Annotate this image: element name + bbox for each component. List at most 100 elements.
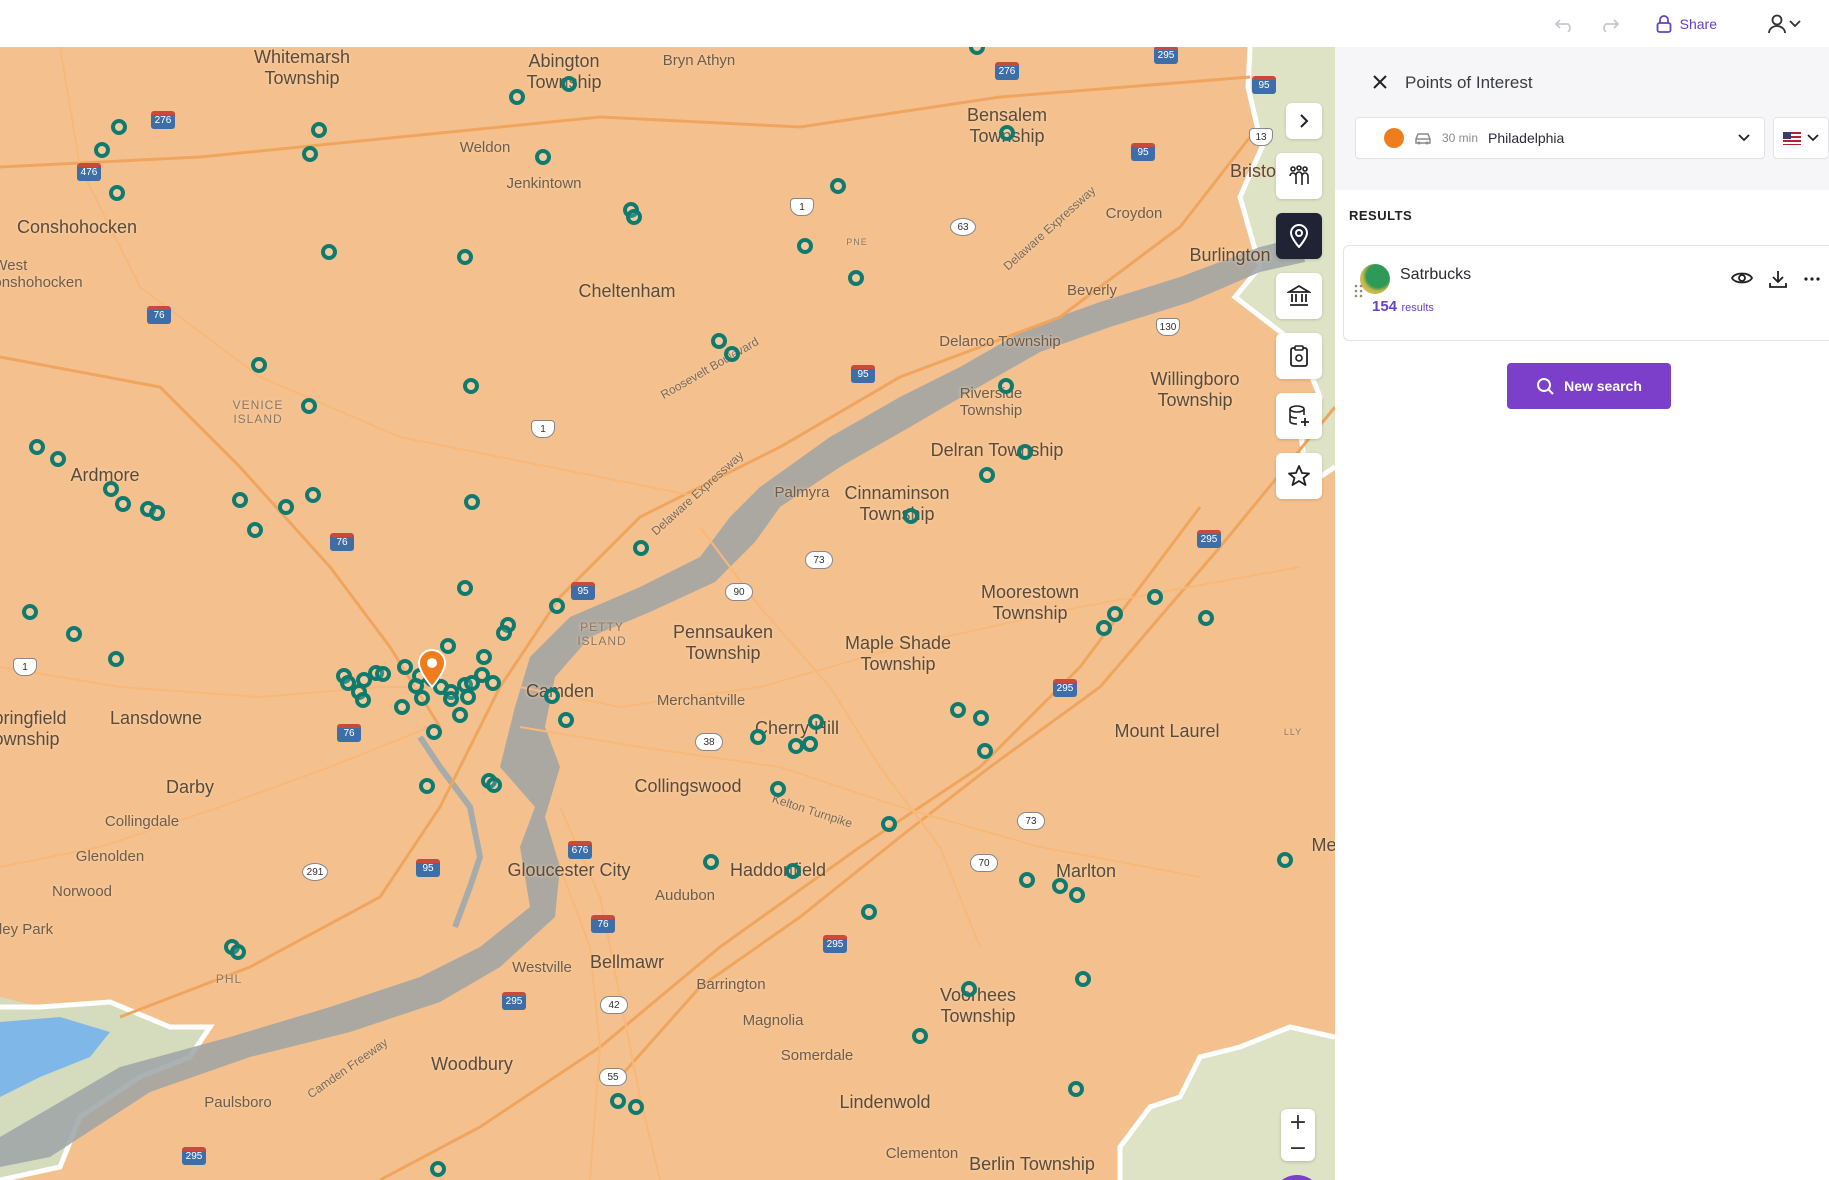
poi-marker[interactable]	[903, 508, 919, 524]
poi-marker[interactable]	[232, 492, 248, 508]
poi-marker[interactable]	[1017, 444, 1033, 460]
share-button[interactable]: Share	[1656, 14, 1717, 33]
data-button[interactable]	[1276, 393, 1322, 439]
poi-marker[interactable]	[103, 481, 119, 497]
poi-marker[interactable]	[785, 863, 801, 879]
poi-marker[interactable]	[1147, 589, 1163, 605]
poi-marker[interactable]	[1052, 878, 1068, 894]
poi-marker[interactable]	[848, 270, 864, 286]
poi-marker[interactable]	[724, 346, 740, 362]
poi-button[interactable]	[1276, 213, 1322, 259]
location-pin-icon[interactable]	[417, 648, 447, 692]
demographics-button[interactable]	[1276, 153, 1322, 199]
poi-marker[interactable]	[770, 781, 786, 797]
poi-marker[interactable]	[558, 712, 574, 728]
poi-marker[interactable]	[626, 209, 642, 225]
poi-marker[interactable]	[50, 451, 66, 467]
poi-marker[interactable]	[950, 702, 966, 718]
poi-marker[interactable]	[460, 689, 476, 705]
poi-marker[interactable]	[22, 604, 38, 620]
poi-marker[interactable]	[66, 626, 82, 642]
poi-marker[interactable]	[457, 249, 473, 265]
new-search-button[interactable]: New search	[1507, 363, 1671, 409]
poi-marker[interactable]	[457, 580, 473, 596]
poi-marker[interactable]	[149, 505, 165, 521]
poi-marker[interactable]	[797, 238, 813, 254]
poi-marker[interactable]	[808, 714, 824, 730]
result-card[interactable]: Satrbucks 154 results	[1343, 245, 1829, 341]
poi-marker[interactable]	[301, 398, 317, 414]
poi-marker[interactable]	[321, 244, 337, 260]
poi-marker[interactable]	[561, 76, 577, 92]
poi-marker[interactable]	[1075, 971, 1091, 987]
poi-marker[interactable]	[251, 357, 267, 373]
poi-marker[interactable]	[1068, 1081, 1084, 1097]
poi-marker[interactable]	[1107, 606, 1123, 622]
more-options-icon[interactable]	[1803, 270, 1821, 288]
poi-marker[interactable]	[961, 981, 977, 997]
poi-marker[interactable]	[452, 707, 468, 723]
poi-marker[interactable]	[302, 146, 318, 162]
poi-marker[interactable]	[305, 487, 321, 503]
redo-icon[interactable]	[1596, 11, 1622, 37]
poi-marker[interactable]	[496, 625, 512, 641]
poi-marker[interactable]	[1069, 887, 1085, 903]
poi-marker[interactable]	[544, 688, 560, 704]
isochrone-select[interactable]: 30 min Philadelphia	[1355, 117, 1765, 159]
poi-marker[interactable]	[414, 690, 430, 706]
poi-marker[interactable]	[711, 333, 727, 349]
country-select[interactable]	[1772, 117, 1829, 159]
poi-marker[interactable]	[94, 142, 110, 158]
eye-icon[interactable]	[1731, 270, 1753, 286]
poi-marker[interactable]	[109, 185, 125, 201]
poi-marker[interactable]	[115, 496, 131, 512]
poi-marker[interactable]	[1096, 620, 1112, 636]
poi-marker[interactable]	[419, 778, 435, 794]
poi-marker[interactable]	[999, 125, 1015, 141]
poi-marker[interactable]	[861, 904, 877, 920]
download-icon[interactable]	[1769, 270, 1787, 288]
reports-button[interactable]	[1276, 333, 1322, 379]
poi-marker[interactable]	[443, 691, 459, 707]
poi-marker[interactable]	[610, 1093, 626, 1109]
poi-marker[interactable]	[247, 522, 263, 538]
poi-marker[interactable]	[111, 119, 127, 135]
expand-panel-button[interactable]	[1286, 103, 1322, 139]
favorites-button[interactable]	[1276, 453, 1322, 499]
poi-marker[interactable]	[998, 378, 1014, 394]
poi-marker[interactable]	[108, 651, 124, 667]
poi-marker[interactable]	[1277, 852, 1293, 868]
undo-icon[interactable]	[1552, 11, 1578, 37]
poi-marker[interactable]	[830, 178, 846, 194]
poi-marker[interactable]	[509, 89, 525, 105]
poi-marker[interactable]	[278, 499, 294, 515]
poi-marker[interactable]	[1019, 872, 1035, 888]
poi-marker[interactable]	[463, 378, 479, 394]
zoom-out-button[interactable]: −	[1289, 1136, 1307, 1161]
poi-marker[interactable]	[881, 816, 897, 832]
map-canvas[interactable]: Whitemarsh Township Abington Township Br…	[0, 47, 1335, 1180]
poi-marker[interactable]	[1198, 610, 1214, 626]
poi-marker[interactable]	[426, 724, 442, 740]
poi-marker[interactable]	[476, 649, 492, 665]
poi-marker[interactable]	[535, 149, 551, 165]
poi-marker[interactable]	[549, 598, 565, 614]
poi-marker[interactable]	[397, 659, 413, 675]
poi-marker[interactable]	[485, 675, 501, 691]
poi-marker[interactable]	[973, 710, 989, 726]
poi-marker[interactable]	[750, 729, 766, 745]
poi-marker[interactable]	[464, 494, 480, 510]
poi-marker[interactable]	[977, 743, 993, 759]
poi-marker[interactable]	[230, 944, 246, 960]
poi-marker[interactable]	[394, 699, 410, 715]
poi-marker[interactable]	[311, 122, 327, 138]
poi-marker[interactable]	[628, 1099, 644, 1115]
close-button[interactable]	[1373, 74, 1387, 93]
user-menu-button[interactable]	[1767, 14, 1801, 34]
poi-marker[interactable]	[802, 736, 818, 752]
poi-marker[interactable]	[375, 666, 391, 682]
poi-marker[interactable]	[979, 467, 995, 483]
zoom-in-button[interactable]: +	[1289, 1110, 1307, 1135]
poi-marker[interactable]	[29, 439, 45, 455]
poi-marker[interactable]	[486, 777, 502, 793]
